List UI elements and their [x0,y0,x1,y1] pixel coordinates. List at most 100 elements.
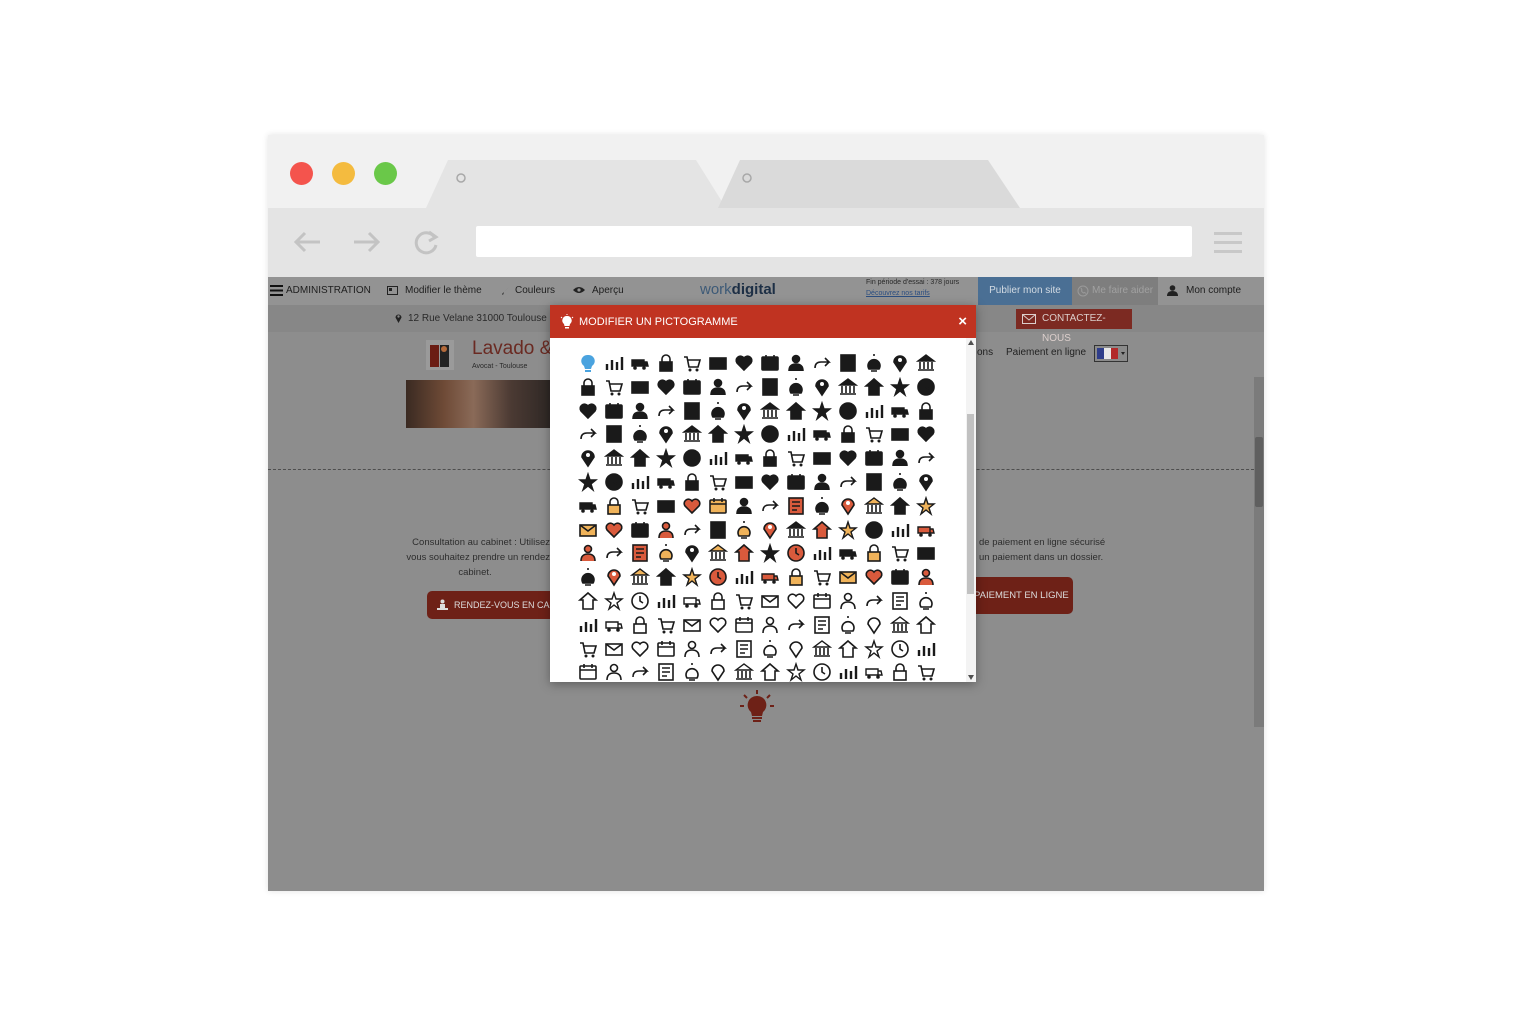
pictogram-option[interactable] [757,494,783,518]
pictogram-option[interactable] [783,470,809,494]
pictogram-option[interactable] [835,422,861,446]
modal-scrollbar[interactable] [966,338,976,682]
pictogram-option[interactable] [575,660,601,682]
back-icon[interactable] [292,230,322,254]
pictogram-option[interactable] [575,494,601,518]
pictogram-option[interactable] [627,351,653,375]
pictogram-option[interactable] [887,470,913,494]
pictogram-option[interactable] [835,637,861,661]
pictogram-option[interactable] [835,399,861,423]
pictogram-option[interactable] [705,446,731,470]
pictogram-option[interactable] [575,565,601,589]
pictogram-option[interactable] [783,399,809,423]
pictogram-option[interactable] [627,518,653,542]
pictogram-option[interactable] [757,541,783,565]
minimize-window-button[interactable] [332,162,355,185]
pictogram-option[interactable] [913,660,939,682]
pictogram-option[interactable] [809,637,835,661]
pictogram-option[interactable] [731,613,757,637]
pictogram-option[interactable] [731,399,757,423]
pictogram-option[interactable] [601,375,627,399]
pictogram-option[interactable] [757,589,783,613]
pictogram-option[interactable] [757,565,783,589]
pictogram-option[interactable] [705,422,731,446]
pictogram-option[interactable] [627,613,653,637]
address-bar[interactable] [476,226,1192,257]
pictogram-option[interactable] [835,518,861,542]
pictogram-option[interactable] [627,375,653,399]
pictogram-option[interactable] [679,637,705,661]
page-scrollbar[interactable] [1254,377,1264,727]
pictogram-option[interactable] [575,518,601,542]
pictogram-option[interactable] [627,589,653,613]
pictogram-option[interactable] [731,660,757,682]
pictogram-option[interactable] [887,660,913,682]
pictogram-option[interactable] [679,375,705,399]
pictogram-option[interactable] [601,589,627,613]
pictogram-option[interactable] [653,565,679,589]
pictogram-option[interactable] [783,422,809,446]
pictogram-option[interactable] [731,565,757,589]
pictogram-option[interactable] [913,494,939,518]
pictogram-option[interactable] [601,470,627,494]
pictogram-option[interactable] [809,565,835,589]
pictogram-option[interactable] [913,589,939,613]
pictogram-option[interactable] [783,541,809,565]
pictogram-option[interactable] [601,399,627,423]
pictogram-option[interactable] [809,470,835,494]
pictogram-option[interactable] [653,660,679,682]
pictogram-option[interactable] [757,518,783,542]
pictogram-option[interactable] [575,613,601,637]
close-window-button[interactable] [290,162,313,185]
pictogram-option[interactable] [653,470,679,494]
pictogram-option[interactable] [887,494,913,518]
pictogram-option[interactable] [887,518,913,542]
pictogram-option[interactable] [679,518,705,542]
pictogram-option[interactable] [861,660,887,682]
pictogram-option[interactable] [575,470,601,494]
pictogram-option[interactable] [627,399,653,423]
account-link[interactable]: Mon compte [1186,285,1241,296]
pictogram-option[interactable] [835,470,861,494]
pictogram-option[interactable] [783,660,809,682]
pictogram-option[interactable] [861,422,887,446]
pictogram-option[interactable] [783,494,809,518]
pictogram-option[interactable] [809,446,835,470]
pictogram-option[interactable] [887,589,913,613]
pictogram-option[interactable] [627,422,653,446]
pictogram-option[interactable] [861,446,887,470]
pictogram-option[interactable] [757,422,783,446]
pictogram-option[interactable] [861,470,887,494]
pictogram-option[interactable] [887,446,913,470]
pictogram-option[interactable] [731,518,757,542]
pictogram-option[interactable] [809,494,835,518]
pictogram-option[interactable] [809,351,835,375]
reload-icon[interactable] [414,228,440,256]
pictogram-option[interactable] [783,375,809,399]
pictogram-option[interactable] [783,565,809,589]
pictogram-option[interactable] [783,637,809,661]
appointment-button[interactable]: RENDEZ-VOUS EN CA [427,591,557,619]
pictogram-option[interactable] [861,589,887,613]
pictogram-option-lightbulb-icon[interactable] [575,351,601,375]
payment-button[interactable]: PAIEMENT EN LIGNE [968,577,1073,614]
pictogram-option[interactable] [757,399,783,423]
pictogram-option[interactable] [887,541,913,565]
pictogram-option[interactable] [783,446,809,470]
browser-tab-2[interactable] [718,160,1020,208]
pictogram-option[interactable] [679,660,705,682]
pictogram-option[interactable] [679,565,705,589]
pictogram-option[interactable] [887,422,913,446]
pictogram-option[interactable] [705,518,731,542]
pictogram-option[interactable] [653,422,679,446]
pictogram-option[interactable] [861,565,887,589]
pictogram-option[interactable] [913,518,939,542]
pictogram-option[interactable] [575,541,601,565]
pictogram-option[interactable] [627,541,653,565]
language-flag-dropdown[interactable] [1094,345,1128,362]
pictogram-option[interactable] [809,589,835,613]
pictogram-option[interactable] [705,470,731,494]
pictogram-option[interactable] [809,541,835,565]
maximize-window-button[interactable] [374,162,397,185]
pictogram-option[interactable] [601,446,627,470]
